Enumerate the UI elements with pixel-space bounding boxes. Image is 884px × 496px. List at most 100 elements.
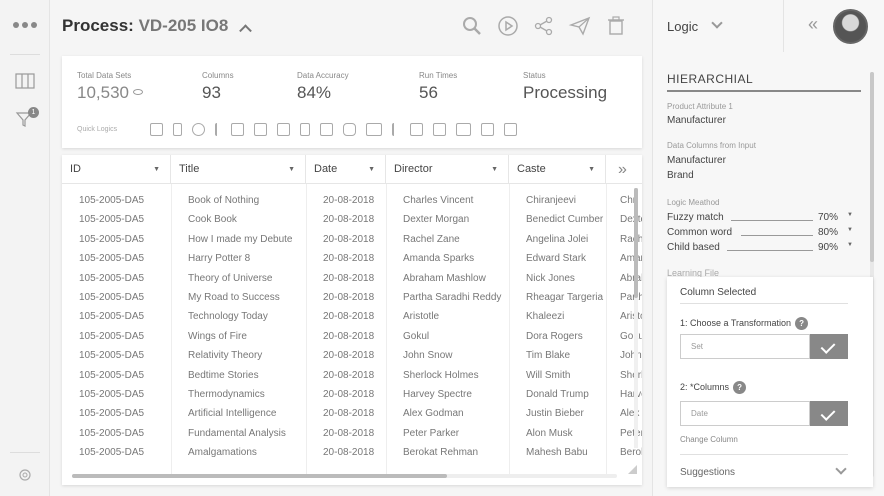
- confirm-columns-button[interactable]: [810, 401, 848, 426]
- panel-title[interactable]: Logic: [667, 19, 698, 34]
- table-cell: 20-08-2018: [323, 195, 375, 206]
- column-header-date[interactable]: Date ▼: [306, 155, 386, 184]
- quick-logic-icon[interactable]: [173, 123, 182, 136]
- chevron-down-icon[interactable]: [711, 17, 723, 29]
- quick-logic-icon[interactable]: [320, 123, 333, 136]
- collapse-panel-icon[interactable]: «: [808, 14, 818, 35]
- eye-icon[interactable]: [133, 88, 143, 95]
- columns-icon[interactable]: [14, 72, 36, 90]
- table-cell: Tim Blake: [526, 350, 571, 362]
- method-percent: 80%: [818, 227, 839, 238]
- table-cell: Khaleezi: [526, 311, 565, 323]
- column-header-title[interactable]: Title ▼: [171, 155, 306, 184]
- sort-down-icon[interactable]: ▼: [153, 155, 160, 184]
- quick-logic-icon[interactable]: [215, 123, 221, 136]
- stat-data-accuracy: Data Accuracy 84%: [297, 71, 349, 103]
- table-row[interactable]: 105-2005-DA5 How I made my Debute 20-08-20…: [62, 230, 642, 249]
- app-menu-icon[interactable]: [13, 22, 37, 28]
- scroll-thumb[interactable]: [72, 474, 447, 478]
- quick-logic-icon[interactable]: [392, 123, 400, 136]
- table-row[interactable]: 105-2005-DA5 Thermodynamics 20-08-2018 Harv…: [62, 385, 642, 404]
- column-header-director[interactable]: Director ▼: [386, 155, 509, 184]
- settings-icon[interactable]: [14, 466, 36, 484]
- stat-value: 10,530: [77, 83, 129, 102]
- quick-logic-icon[interactable]: [300, 123, 310, 136]
- dropdown-arrow-icon[interactable]: ▼: [847, 242, 853, 248]
- card-divider: [680, 454, 848, 455]
- table-cell: Fundamental Analysis: [188, 427, 286, 439]
- table-row[interactable]: 105-2005-DA5 Relativity Theory 20-08-2018 J…: [62, 346, 642, 365]
- avatar[interactable]: [833, 9, 868, 44]
- share-icon[interactable]: [532, 14, 556, 38]
- table-row[interactable]: 105-2005-DA5 Artificial Intelligence 20-08…: [62, 404, 642, 423]
- quick-logic-icon[interactable]: [277, 123, 290, 136]
- stat-value: 93: [202, 83, 221, 102]
- logic-method-row[interactable]: Fuzzy match 70% ▼: [667, 212, 857, 226]
- scroll-thumb[interactable]: [634, 188, 638, 298]
- send-icon[interactable]: [568, 14, 592, 38]
- quick-logic-icon[interactable]: [231, 123, 244, 136]
- table-cell: 105-2005-DA5: [79, 447, 145, 459]
- table-row[interactable]: 105-2005-DA5 Amalgamations 20-08-2018 Berok…: [62, 443, 642, 462]
- table-cell: Nick Jones: [526, 272, 575, 284]
- section-title[interactable]: HIERARCHIAL: [667, 72, 861, 92]
- column-header-id[interactable]: ID ▼: [62, 155, 171, 184]
- quick-logic-icon[interactable]: [481, 123, 494, 136]
- data-column-value: Brand: [667, 170, 694, 181]
- table-cell: Amanda Sparks: [403, 253, 475, 265]
- quick-logic-icon[interactable]: [150, 123, 163, 136]
- sort-down-icon[interactable]: ▼: [491, 155, 498, 184]
- table-row[interactable]: 105-2005-DA5 Bedtime Stories 20-08-2018 She…: [62, 366, 642, 385]
- table-cell: Justin Bieber: [526, 408, 584, 420]
- filter-badge: 1: [28, 107, 39, 118]
- dropdown-arrow-icon[interactable]: ▼: [847, 212, 853, 218]
- suggestions-toggle[interactable]: Suggestions: [680, 467, 735, 478]
- table-row[interactable]: 105-2005-DA5 Technology Today 20-08-2018 Ar…: [62, 307, 642, 326]
- table-row[interactable]: 105-2005-DA5 Wings of Fire 20-08-2018 Gokul…: [62, 327, 642, 346]
- chevron-up-icon[interactable]: [239, 24, 252, 38]
- logic-method-row[interactable]: Common word 80% ▼: [667, 227, 857, 241]
- logic-method-row[interactable]: Child based 90% ▼: [667, 242, 857, 256]
- table-row[interactable]: 105-2005-DA5 Harry Potter 8 20-08-2018 Aman…: [62, 249, 642, 268]
- change-column-link[interactable]: Change Column: [680, 435, 738, 444]
- sort-down-icon[interactable]: ▼: [368, 155, 375, 184]
- table-row[interactable]: 105-2005-DA5 My Road to Success 20-08-2018…: [62, 288, 642, 307]
- stat-label: Total Data Sets: [77, 71, 132, 80]
- quick-logic-icon[interactable]: [366, 123, 382, 136]
- table-row[interactable]: 105-2005-DA5 Cook Book 20-08-2018 Dexter Mo…: [62, 210, 642, 229]
- vertical-scrollbar[interactable]: [634, 188, 638, 448]
- resize-handle-icon[interactable]: [628, 465, 637, 474]
- trash-icon[interactable]: [604, 14, 628, 38]
- table-cell: Angelina Jolei: [526, 233, 589, 245]
- help-icon[interactable]: ?: [795, 317, 809, 330]
- expand-columns-icon[interactable]: »: [610, 155, 642, 184]
- play-icon[interactable]: [496, 14, 520, 38]
- dropdown-arrow-icon[interactable]: ▼: [847, 227, 853, 233]
- columns-input[interactable]: Date: [680, 401, 810, 426]
- quick-logic-icon[interactable]: [504, 123, 517, 136]
- table-row[interactable]: 105-2005-DA5 Book of Nothing 20-08-2018 Cha…: [62, 191, 642, 210]
- search-icon[interactable]: [460, 14, 484, 38]
- horizontal-scrollbar[interactable]: [72, 474, 617, 478]
- column-header-caste[interactable]: Caste ▼: [509, 155, 606, 184]
- sort-down-icon[interactable]: ▼: [288, 155, 295, 184]
- table-cell: My Road to Success: [188, 291, 280, 303]
- scroll-thumb[interactable]: [870, 72, 874, 262]
- table-row[interactable]: 105-2005-DA5 Fundamental Analysis 20-08-20…: [62, 424, 642, 443]
- help-icon[interactable]: ?: [733, 381, 747, 394]
- product-attribute-value: Manufacturer: [667, 115, 726, 126]
- quick-logic-icon[interactable]: [410, 123, 423, 136]
- quick-logic-icon[interactable]: [433, 123, 446, 136]
- quick-logic-icon[interactable]: [456, 123, 471, 136]
- table-cell: How I made my Debute: [188, 233, 293, 245]
- quick-logic-icon[interactable]: [343, 123, 356, 136]
- table-row[interactable]: 105-2005-DA5 Theory of Universe 20-08-2018…: [62, 269, 642, 288]
- quick-logic-icon[interactable]: [192, 123, 205, 136]
- confirm-transformation-button[interactable]: [810, 334, 848, 359]
- column-header-label: Director: [394, 163, 433, 175]
- transformation-input[interactable]: Set: [680, 334, 810, 359]
- chevron-down-icon[interactable]: [835, 463, 847, 475]
- sort-down-icon[interactable]: ▼: [588, 155, 595, 184]
- table-cell: Will Smith: [526, 369, 571, 381]
- quick-logic-icon[interactable]: [254, 123, 267, 136]
